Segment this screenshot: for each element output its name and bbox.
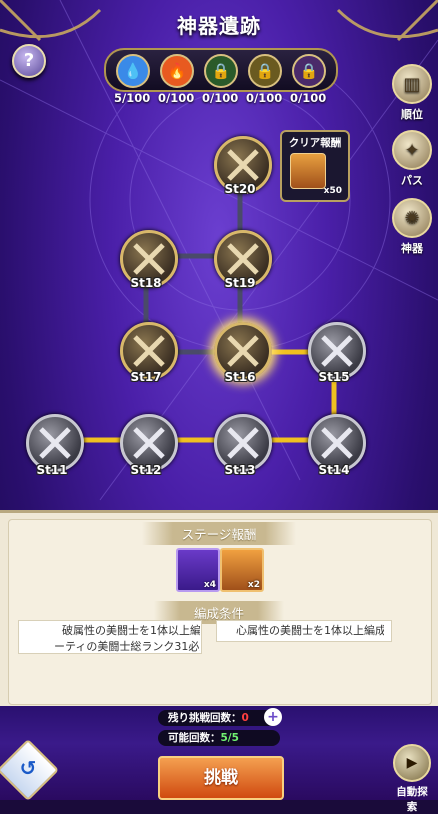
- crossed-swords-icon: [321, 335, 353, 367]
- possible-value: 5/5: [220, 732, 239, 744]
- back-icon: ↺: [19, 756, 37, 780]
- clear-reward-count: x50: [323, 186, 342, 196]
- crossed-swords-icon: [133, 427, 165, 459]
- stage-label: St11: [36, 463, 68, 477]
- play-icon: ▶: [393, 744, 431, 782]
- possible-label: 可能回数：: [168, 732, 221, 744]
- crystal-icon[interactable]: x4: [176, 548, 220, 592]
- crossed-swords-icon: [39, 427, 71, 459]
- condition-text: ーティの美闘士総ランク31必須: [54, 640, 200, 653]
- possible-attempts: 可能回数：5/5: [158, 730, 280, 746]
- auto-explore-button[interactable]: ▶ 自動探索: [392, 744, 432, 814]
- remaining-label: 残り挑戦回数：: [168, 712, 242, 724]
- stage-label: St12: [130, 463, 162, 477]
- clear-reward-title: クリア報酬: [288, 137, 342, 149]
- remaining-value: 0: [241, 712, 249, 724]
- crossed-swords-icon: [227, 243, 259, 275]
- stage-label: St15: [318, 370, 350, 384]
- stage-label: St18: [130, 276, 162, 290]
- stage-label: St13: [224, 463, 256, 477]
- stage-label: St17: [130, 370, 162, 384]
- reward-count: x4: [203, 580, 216, 590]
- crossed-swords-icon: [227, 149, 259, 181]
- crossed-swords-icon: [133, 335, 165, 367]
- crossed-swords-icon: [227, 335, 259, 367]
- crossed-swords-icon: [321, 427, 353, 459]
- reward-count: x2: [247, 580, 260, 590]
- remaining-attempts: 残り挑戦回数：0: [158, 710, 280, 726]
- crossed-swords-icon: [227, 427, 259, 459]
- challenge-button[interactable]: 挑戦: [158, 756, 284, 800]
- condition-text: 心属性の美闘士を1体以上編成: [236, 624, 384, 637]
- clear-reward-popup[interactable]: クリア報酬 x50: [280, 130, 350, 202]
- auto-explore-label: 自動探索: [396, 786, 428, 813]
- stage-label: St20: [224, 182, 256, 196]
- condition-text: 破属性の美闘士を1体以上編成: [62, 624, 200, 637]
- reward-ticket-icon: [290, 153, 326, 189]
- amber-stone-icon[interactable]: x2: [220, 548, 264, 592]
- stage-reward-title: ステージ報酬: [141, 522, 297, 545]
- stage-label: St14: [318, 463, 350, 477]
- add-attempts-button[interactable]: +: [264, 708, 282, 726]
- stage-reward-heading: ステージ報酬: [0, 522, 438, 545]
- stage-label: St16: [224, 370, 256, 384]
- stage-label: St19: [224, 276, 256, 290]
- crossed-swords-icon: [133, 243, 165, 275]
